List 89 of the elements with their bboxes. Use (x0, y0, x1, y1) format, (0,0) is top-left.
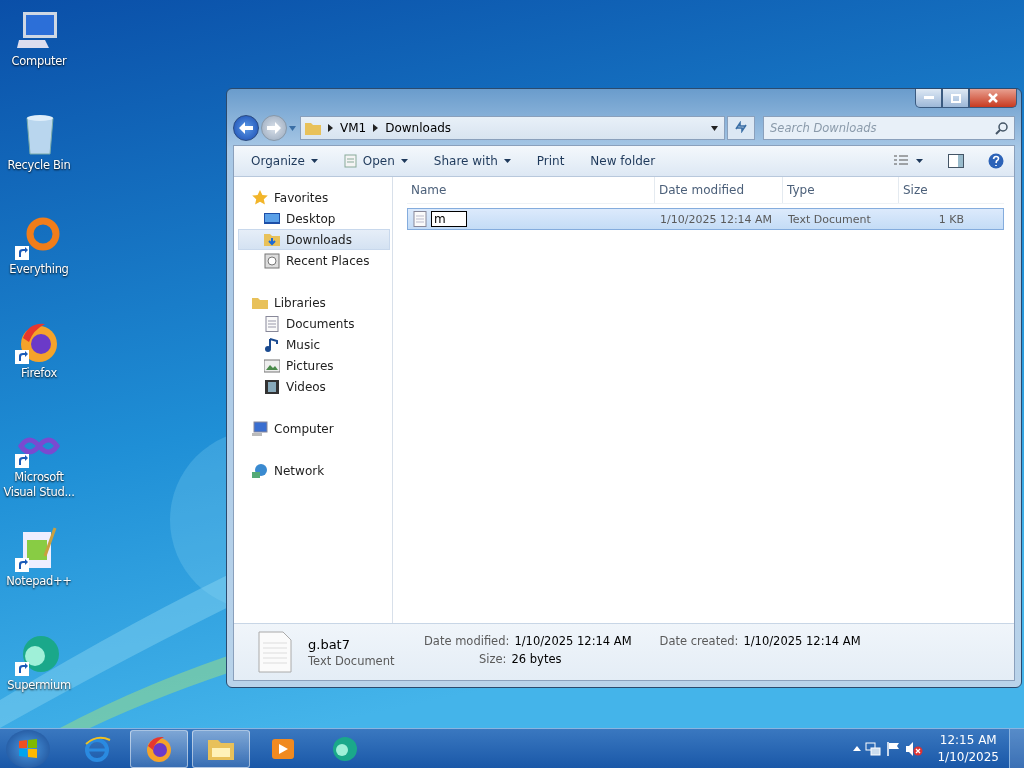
nav-group[interactable]: Favorites (234, 187, 392, 208)
toolbar-button[interactable]: Share with (424, 150, 520, 172)
refresh-icon (734, 120, 748, 133)
maximize-icon (950, 93, 961, 103)
folder-icon (264, 231, 280, 248)
nav-item[interactable]: Recent Places (234, 250, 392, 271)
folder-icon (305, 121, 321, 135)
nav-group[interactable]: Network (234, 460, 392, 481)
property-label: Size: (479, 652, 507, 668)
nav-item[interactable]: Desktop (234, 208, 392, 229)
column-header[interactable]: Date modified (655, 177, 783, 203)
network-icon (252, 462, 268, 479)
computer-icon (252, 420, 268, 437)
column-header[interactable]: Size (899, 177, 967, 203)
desktop-icon-label: Computer (10, 54, 68, 69)
close-icon (988, 93, 998, 103)
toolbar-button[interactable]: Organize (242, 150, 327, 172)
left-arrow-icon (239, 122, 253, 134)
nav-item[interactable]: Documents (234, 313, 392, 334)
refresh-button[interactable] (727, 116, 755, 140)
doc-icon (264, 315, 280, 332)
search-icon[interactable] (995, 121, 1008, 135)
nav-group[interactable]: Libraries (234, 292, 392, 313)
desktop-icon-label: Firefox (20, 366, 58, 381)
rename-field[interactable]: m (431, 211, 467, 227)
desktop-icon-label: Notepad++ (5, 574, 73, 589)
music-icon (264, 336, 280, 353)
toolbar-button[interactable]: Open (334, 150, 417, 172)
search-input[interactable]: Search Downloads (770, 121, 995, 135)
help-icon (988, 153, 1004, 169)
desktop-icon-label: Supermium (6, 678, 72, 693)
clock-time[interactable]: 12:15 AM (939, 731, 997, 749)
chevron-icon[interactable] (328, 124, 333, 132)
nav-item[interactable]: Downloads (238, 229, 390, 250)
back-button[interactable] (233, 115, 259, 141)
volume-muted-icon[interactable] (905, 740, 924, 757)
desktop-icon-label: Recycle Bin (6, 158, 72, 173)
property-value: 1/10/2025 12:14 AM (743, 634, 861, 650)
column-header[interactable]: Type (783, 177, 899, 203)
column-header[interactable]: Name (407, 177, 655, 203)
address-bar[interactable]: VM1 Downloads (300, 116, 725, 140)
property-value: 26 bytes (511, 652, 562, 668)
desktop-icon (264, 210, 280, 227)
caret-icon (310, 159, 318, 163)
nav-item[interactable]: Pictures (234, 355, 392, 376)
property-label: Date created: (659, 634, 739, 650)
breadcrumb[interactable]: Downloads (385, 121, 452, 135)
taskbar-button[interactable] (192, 729, 250, 768)
minimize-button[interactable] (915, 89, 942, 108)
flag-icon[interactable] (885, 740, 902, 757)
minimize-icon (923, 96, 934, 100)
caret-icon (400, 159, 408, 163)
toolbar-button[interactable]: New folder (581, 150, 665, 172)
desktop-icon-label: Everything (8, 262, 70, 277)
property-value: 1/10/2025 12:14 AM (514, 634, 632, 650)
taskbar-button[interactable] (130, 729, 188, 768)
list-view-icon (894, 155, 924, 167)
toolbar-button[interactable]: Print (527, 150, 574, 172)
search-field[interactable]: Search Downloads (763, 116, 1015, 140)
show-hidden-icons-icon[interactable] (853, 746, 862, 751)
document-icon (412, 211, 428, 227)
picture-icon (264, 357, 280, 374)
pane-icon (948, 154, 964, 168)
document-icon (343, 154, 357, 168)
table-cell-text: 1/10/2025 12:14 AM (659, 212, 774, 226)
star-icon (252, 189, 268, 206)
right-arrow-icon (267, 122, 281, 134)
nav-item[interactable]: Music (234, 334, 392, 355)
caret-icon (503, 159, 511, 163)
clock-date[interactable]: 1/10/2025 (937, 748, 999, 766)
film-icon (264, 378, 280, 395)
file-name: g.bat7 (308, 636, 351, 652)
file-type: Text Document (308, 653, 396, 668)
start-button[interactable] (6, 729, 50, 768)
property-label: Date modified: (424, 634, 510, 650)
file-row[interactable]: m 1/10/2025 12:14 AM Text Document 1 KB (407, 208, 1004, 230)
windows-logo-icon (17, 737, 39, 760)
maximize-button[interactable] (942, 89, 969, 108)
table-cell-text: 1 KB (937, 212, 965, 226)
close-button[interactable] (969, 89, 1017, 108)
dropdown-icon[interactable] (711, 125, 718, 131)
nav-group[interactable]: Computer (234, 418, 392, 439)
chevron-icon[interactable] (373, 124, 379, 132)
nav-item[interactable]: Videos (234, 376, 392, 397)
table-cell-text: Text Document (787, 212, 872, 226)
document-icon (258, 631, 292, 673)
desktop-icon-label: Microsoft Visual Stud... (2, 470, 76, 500)
network-icon[interactable] (865, 740, 882, 757)
breadcrumb[interactable]: VM1 (340, 121, 367, 135)
